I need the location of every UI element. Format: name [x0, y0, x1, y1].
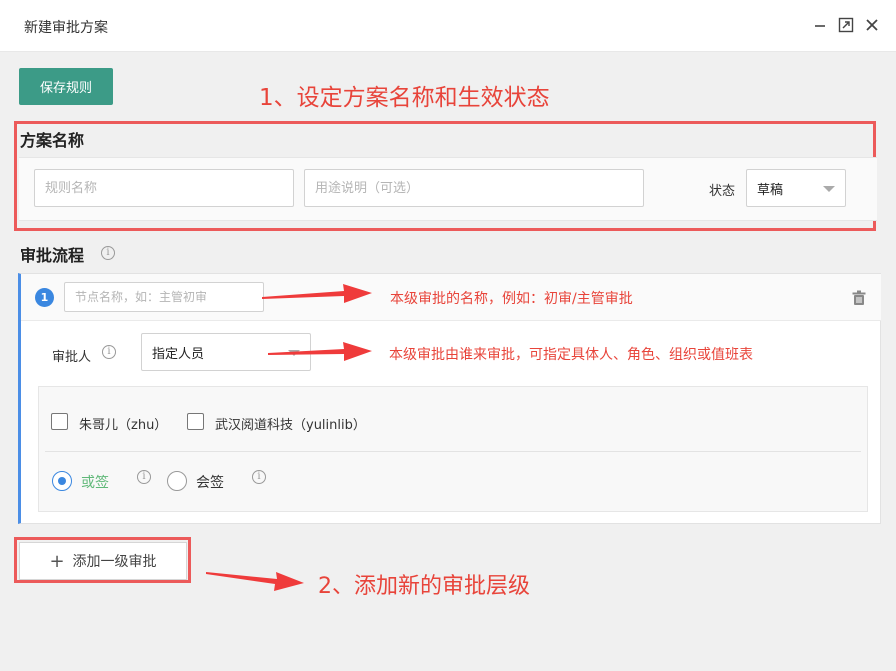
maximize-icon[interactable] — [837, 16, 855, 34]
approver-options-panel: 朱哥儿（zhu） 武汉阅道科技（yulinlib） 或签 i 会签 i — [38, 386, 868, 512]
approver-type-value: 指定人员 — [152, 346, 205, 362]
annotation-node-name: 本级审批的名称，例如：初审/主管审批 — [390, 291, 633, 307]
dialog-titlebar: 新建审批方案 — [0, 0, 896, 52]
annotation-arrow-3 — [206, 572, 304, 591]
status-select[interactable]: 草稿 — [746, 169, 846, 207]
mode-and-info-icon[interactable]: i — [252, 470, 266, 484]
mode-label-or: 或签 — [81, 475, 109, 491]
minimize-icon[interactable] — [811, 16, 829, 34]
status-value: 草稿 — [757, 182, 784, 198]
rule-name-input[interactable] — [34, 169, 294, 207]
purpose-input[interactable] — [304, 169, 644, 207]
trash-icon[interactable] — [851, 290, 867, 310]
add-level-button[interactable]: + 添加一级审批 — [19, 542, 187, 580]
step-number-badge: 1 — [35, 288, 54, 307]
annotation-arrow-2 — [268, 342, 372, 361]
annotation-approver: 本级审批由谁来审批，可指定具体人、角色、组织或值班表 — [389, 347, 753, 363]
chevron-down-icon — [823, 186, 835, 192]
scheme-row: 状态 草稿 — [19, 157, 877, 221]
add-level-label: 添加一级审批 — [72, 554, 157, 570]
mode-radio-and[interactable] — [167, 471, 187, 491]
approval-level-card: 1 审批人 i 指定人员 朱哥儿（zhu） 武汉阅道科技（yulinlib） 或… — [18, 273, 881, 524]
dialog-title: 新建审批方案 — [24, 20, 108, 36]
mode-or-info-icon[interactable]: i — [137, 470, 151, 484]
dialog-body: 保存规则 1、设定方案名称和生效状态 方案名称 状态 草稿 审批流程 i 1 审… — [0, 52, 896, 671]
approver-name-2: 武汉阅道科技（yulinlib） — [215, 418, 366, 433]
mode-radio-or[interactable] — [52, 471, 72, 491]
approver-name-1: 朱哥儿（zhu） — [79, 418, 168, 433]
node-name-input[interactable] — [64, 282, 264, 312]
approver-checkbox-1[interactable] — [51, 413, 68, 430]
plus-icon: + — [49, 550, 65, 572]
scheme-section-title: 方案名称 — [20, 131, 85, 150]
approver-label: 审批人 — [52, 350, 92, 365]
options-divider — [45, 451, 861, 452]
annotation-arrow-1 — [262, 284, 372, 303]
mode-label-and: 会签 — [196, 475, 224, 491]
approver-checkbox-2[interactable] — [187, 413, 204, 430]
info-icon[interactable]: i — [101, 246, 115, 260]
flow-section-title: 审批流程 — [20, 246, 85, 265]
approver-info-icon[interactable]: i — [102, 345, 116, 359]
close-icon[interactable] — [863, 16, 881, 34]
status-label: 状态 — [709, 184, 736, 199]
save-rule-button[interactable]: 保存规则 — [19, 68, 113, 105]
annotation-step1: 1、设定方案名称和生效状态 — [259, 85, 550, 111]
annotation-step2: 2、添加新的审批层级 — [318, 574, 530, 599]
